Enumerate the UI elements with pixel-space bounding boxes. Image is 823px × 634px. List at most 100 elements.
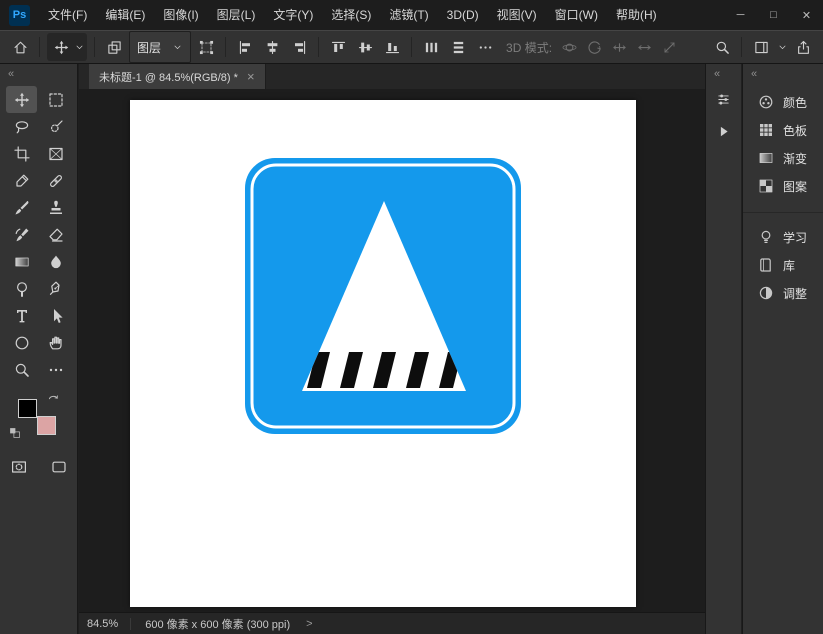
menu-select[interactable]: 选择(S) — [322, 0, 380, 30]
tool-path-selection[interactable] — [40, 302, 71, 329]
tool-move[interactable] — [6, 86, 37, 113]
panel-item-label: 学习 — [783, 230, 808, 245]
status-chevron-icon[interactable]: > — [300, 618, 318, 630]
align-horizontal-center-icon[interactable] — [260, 35, 284, 59]
menu-filter[interactable]: 滤镜(T) — [380, 0, 437, 30]
strip-icons — [706, 86, 741, 144]
panel-item-learn[interactable]: 学习 — [743, 223, 823, 251]
separator — [741, 37, 742, 57]
menu-file[interactable]: 文件(F) — [39, 0, 96, 30]
menu-3d[interactable]: 3D(D) — [438, 0, 488, 30]
learn-icon — [758, 229, 774, 245]
separator — [94, 37, 95, 57]
panel-item-adjustments[interactable]: 调整 — [743, 279, 823, 307]
minimize-button[interactable]: ─ — [724, 0, 757, 30]
right-dock: « « 颜色色板渐变 图案学习库调整 — [705, 64, 823, 634]
workspace-icon[interactable] — [749, 35, 773, 59]
3d-drag-icon — [608, 35, 630, 59]
swatches-icon — [758, 122, 774, 138]
tool-quick-selection[interactable] — [40, 113, 71, 140]
tool-history-brush[interactable] — [6, 221, 37, 248]
tool-eyedropper[interactable] — [6, 167, 37, 194]
tool-dodge[interactable] — [6, 275, 37, 302]
menu-help[interactable]: 帮助(H) — [607, 0, 666, 30]
screen-mode-icon[interactable] — [43, 455, 74, 479]
menu-view[interactable]: 视图(V) — [488, 0, 546, 30]
align-vertical-center-icon[interactable] — [353, 35, 377, 59]
align-bottom-icon[interactable] — [380, 35, 404, 59]
properties-panel-icon[interactable] — [710, 86, 738, 112]
transform-controls-icon[interactable] — [194, 35, 218, 59]
collapse-panels-button[interactable]: « — [743, 64, 823, 82]
menu-image[interactable]: 图像(I) — [154, 0, 207, 30]
foreground-color-swatch[interactable] — [18, 399, 37, 418]
3d-slide-icon — [633, 35, 655, 59]
layer-target-select[interactable]: 图层 — [129, 31, 192, 63]
tab-close-icon[interactable]: × — [247, 70, 255, 83]
tool-crop[interactable] — [6, 140, 37, 167]
maximize-button[interactable]: □ — [757, 0, 790, 30]
photoshop-logo: Ps — [9, 4, 30, 26]
window-controls: ─ □ ✕ — [724, 0, 823, 30]
actions-panel-icon[interactable] — [710, 118, 738, 144]
menu-edit[interactable]: 编辑(E) — [96, 0, 154, 30]
tool-ellipse[interactable] — [6, 329, 37, 356]
tool-eraser[interactable] — [40, 221, 71, 248]
panel-item-gradients[interactable]: 渐变 — [743, 144, 823, 172]
more-options-icon[interactable] — [473, 35, 497, 59]
distribute-vertical-icon[interactable] — [446, 35, 470, 59]
panel-item-label: 库 — [783, 258, 796, 273]
road-sign-artwork — [245, 158, 521, 434]
zoom-level-field[interactable]: 84.5% — [79, 617, 132, 630]
menu-layer[interactable]: 图层(L) — [208, 0, 265, 30]
align-right-icon[interactable] — [287, 35, 311, 59]
tool-horizontal-type[interactable] — [6, 302, 37, 329]
options-bar-right — [710, 35, 815, 59]
distribute-horizontal-icon[interactable] — [419, 35, 443, 59]
quick-mask-icon[interactable] — [3, 455, 34, 479]
tool-dock-bottom — [0, 455, 77, 479]
tool-zoom[interactable] — [6, 356, 37, 383]
canvas-area[interactable] — [79, 89, 705, 612]
panel-item-color[interactable]: 颜色 — [743, 88, 823, 116]
swap-colors-icon[interactable] — [47, 393, 60, 406]
tool-rectangular-marquee[interactable] — [40, 86, 71, 113]
default-colors-icon[interactable] — [9, 427, 21, 439]
tool-more-tools[interactable] — [40, 356, 71, 383]
panel-item-swatches[interactable]: 色板 — [743, 116, 823, 144]
tool-hand[interactable] — [40, 329, 71, 356]
collapse-panels-button[interactable]: « — [706, 64, 741, 82]
canvas[interactable] — [130, 100, 636, 607]
share-icon[interactable] — [791, 35, 815, 59]
tool-brush[interactable] — [6, 194, 37, 221]
tool-lasso[interactable] — [6, 113, 37, 140]
chevron-down-icon — [776, 35, 788, 59]
align-left-icon[interactable] — [233, 35, 257, 59]
tool-clone-stamp[interactable] — [40, 194, 71, 221]
close-button[interactable]: ✕ — [790, 0, 823, 30]
tool-spot-healing[interactable] — [40, 167, 71, 194]
panel-item-libraries[interactable]: 库 — [743, 251, 823, 279]
panel-dock: « 颜色色板渐变 图案学习库调整 — [742, 64, 823, 634]
panel-item-label: 色板 — [783, 123, 808, 138]
document-tab[interactable]: 未标题-1 @ 84.5%(RGB/8) * × — [89, 64, 266, 89]
menu-window[interactable]: 窗口(W) — [546, 0, 607, 30]
auto-select-icon[interactable] — [102, 35, 126, 59]
3d-mode-group: 3D 模式: — [506, 35, 680, 59]
layer-target-label: 图层 — [137, 40, 162, 55]
tool-pen[interactable] — [40, 275, 71, 302]
tool-gradient[interactable] — [6, 248, 37, 275]
3d-scale-icon — [658, 35, 680, 59]
tool-blur[interactable] — [40, 248, 71, 275]
background-color-swatch[interactable] — [37, 416, 56, 435]
adjustments-icon — [758, 285, 774, 301]
align-top-icon[interactable] — [326, 35, 350, 59]
home-icon[interactable] — [8, 35, 32, 59]
collapse-tools-button[interactable]: « — [0, 64, 77, 82]
menu-type[interactable]: 文字(Y) — [264, 0, 322, 30]
current-tool-preset[interactable] — [47, 33, 87, 61]
panel-item-patterns[interactable]: 图案 — [743, 172, 823, 200]
tool-frame[interactable] — [40, 140, 71, 167]
collapsed-panel-strip: « — [705, 64, 742, 634]
search-icon[interactable] — [710, 35, 734, 59]
